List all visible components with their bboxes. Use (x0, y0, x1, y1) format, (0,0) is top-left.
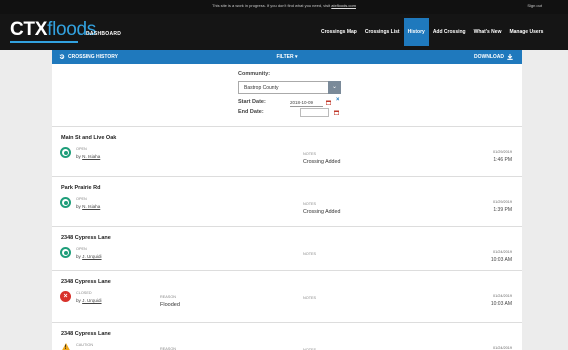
download-icon (507, 54, 513, 60)
announcement-link[interactable]: atxfloods.com (331, 3, 356, 8)
crossing-name[interactable]: 2348 Cypress Lane (61, 279, 111, 285)
notes-label: NOTES (303, 296, 317, 300)
entry-date: 01/24/2019 (492, 346, 512, 350)
community-select-value: Bastrop County (244, 85, 279, 91)
entry-date: 01/24/2019 (492, 294, 512, 298)
crossing-name[interactable]: 2348 Cypress Lane (61, 331, 111, 337)
nav-history[interactable]: History (403, 18, 429, 46)
user-link[interactable]: J. Urquidi (82, 254, 101, 259)
open-status-icon (60, 247, 71, 258)
end-date-label: End Date: (238, 109, 264, 115)
open-status-icon (60, 197, 71, 208)
history-entry: 2348 Cypress Lane × CLOSED by J. Urquidi REA… (52, 270, 522, 322)
user-link[interactable]: J. Urquidi (82, 298, 101, 303)
notes-label: NOTES (303, 152, 317, 156)
open-status-icon (60, 147, 71, 158)
calendar-icon[interactable] (334, 110, 339, 115)
updated-by: by J. Urquidi (76, 298, 102, 303)
logo-ctx: CTX (10, 19, 48, 40)
by-prefix: by (76, 254, 81, 259)
start-date-input[interactable]: 2018-10-09 (290, 98, 323, 107)
by-prefix: by (76, 154, 81, 159)
notes-label: NOTES (303, 252, 317, 256)
sign-out-link[interactable]: Sign out (527, 3, 542, 8)
clear-date-icon[interactable]: × (336, 97, 340, 103)
chevron-down-icon: ▾ (295, 54, 298, 60)
updated-by: by N. Isiaha (76, 154, 100, 159)
entry-time: 1:46 PM (493, 157, 512, 163)
entry-date: 01/29/2019 (492, 200, 512, 204)
notes-value: Crossing Added (303, 159, 341, 165)
history-toolbar: CROSSING HISTORY FILTER ▾ DOWNLOAD (52, 50, 522, 64)
entry-date: 01/29/2019 (492, 150, 512, 154)
community-label: Community: (238, 71, 271, 77)
entry-time: 10:03 AM (490, 301, 512, 307)
user-link[interactable]: N. Isiaha (82, 204, 100, 209)
status-label: CLOSED (76, 291, 92, 295)
download-label: DOWNLOAD (474, 54, 504, 60)
chevron-down-icon[interactable]: ⌄ (328, 81, 341, 94)
nav-crossings-list[interactable]: Crossings List (361, 18, 404, 46)
status-label: OPEN (76, 247, 87, 251)
reason-label: REASON (160, 295, 177, 299)
dashboard-label: DASHBOARD (86, 31, 122, 37)
calendar-icon[interactable] (326, 100, 331, 105)
filter-panel: Community: Bastrop County ⌄ Start Date: … (52, 64, 522, 126)
reason-value: Flooded (160, 302, 180, 308)
notes-value: Crossing Added (303, 209, 341, 215)
main-nav: Crossings Map Crossings List History Add Cr… (317, 14, 547, 50)
updated-by: by J. Urquidi (76, 254, 102, 259)
nav-what-s-new[interactable]: What's New (470, 18, 506, 46)
filter-label: FILTER (276, 54, 294, 60)
notes-label: NOTES (303, 202, 317, 206)
user-link[interactable]: N. Isiaha (82, 154, 100, 159)
announcement-text: This site is a work in progress. If you … (212, 3, 331, 8)
by-prefix: by (76, 298, 81, 303)
crossing-name[interactable]: Park Prairie Rd (61, 185, 100, 191)
nav-crossings-map[interactable]: Crossings Map (317, 18, 361, 46)
history-list: Main St and Live Oak OPEN by N. Isiaha NOTE… (52, 126, 522, 350)
crossing-name[interactable]: Main St and Live Oak (61, 135, 116, 141)
entry-time: 10:03 AM (490, 257, 512, 263)
start-date-label: Start Date: (238, 99, 266, 105)
caution-status-icon: ! (60, 343, 72, 350)
history-entry: 2348 Cypress Lane! CAUTION REASON NOTES 01/… (52, 322, 522, 350)
history-entry: 2348 Cypress Lane OPEN by J. Urquidi NOTES 0… (52, 226, 522, 270)
logo-underline (10, 41, 78, 43)
announcement-message: This site is a work in progress. If you … (0, 3, 568, 8)
status-label: OPEN (76, 147, 87, 151)
nav-add-crossing[interactable]: Add Crossing (429, 18, 470, 46)
entry-date: 01/24/2019 (492, 250, 512, 254)
status-label: OPEN (76, 197, 87, 201)
updated-by: by N. Isiaha (76, 204, 100, 209)
download-button[interactable]: DOWNLOAD (474, 54, 513, 60)
announcement-bar: This site is a work in progress. If you … (0, 0, 568, 14)
crossing-name[interactable]: 2348 Cypress Lane (61, 235, 111, 241)
end-date-input[interactable] (300, 108, 329, 117)
entry-time: 1:39 PM (493, 207, 512, 213)
filter-toggle[interactable]: FILTER ▾ (52, 54, 522, 60)
nav-manage-users[interactable]: Manage Users (505, 18, 547, 46)
community-select[interactable]: Bastrop County ⌄ (238, 81, 341, 94)
history-entry: Park Prairie Rd OPEN by N. Isiaha NOTES Cros… (52, 176, 522, 226)
ctxfloods-logo[interactable]: CTXfloods (10, 20, 96, 40)
by-prefix: by (76, 204, 81, 209)
history-entry: Main St and Live Oak OPEN by N. Isiaha NOTE… (52, 126, 522, 176)
status-label: CAUTION (76, 343, 94, 347)
closed-status-icon: × (60, 291, 71, 302)
